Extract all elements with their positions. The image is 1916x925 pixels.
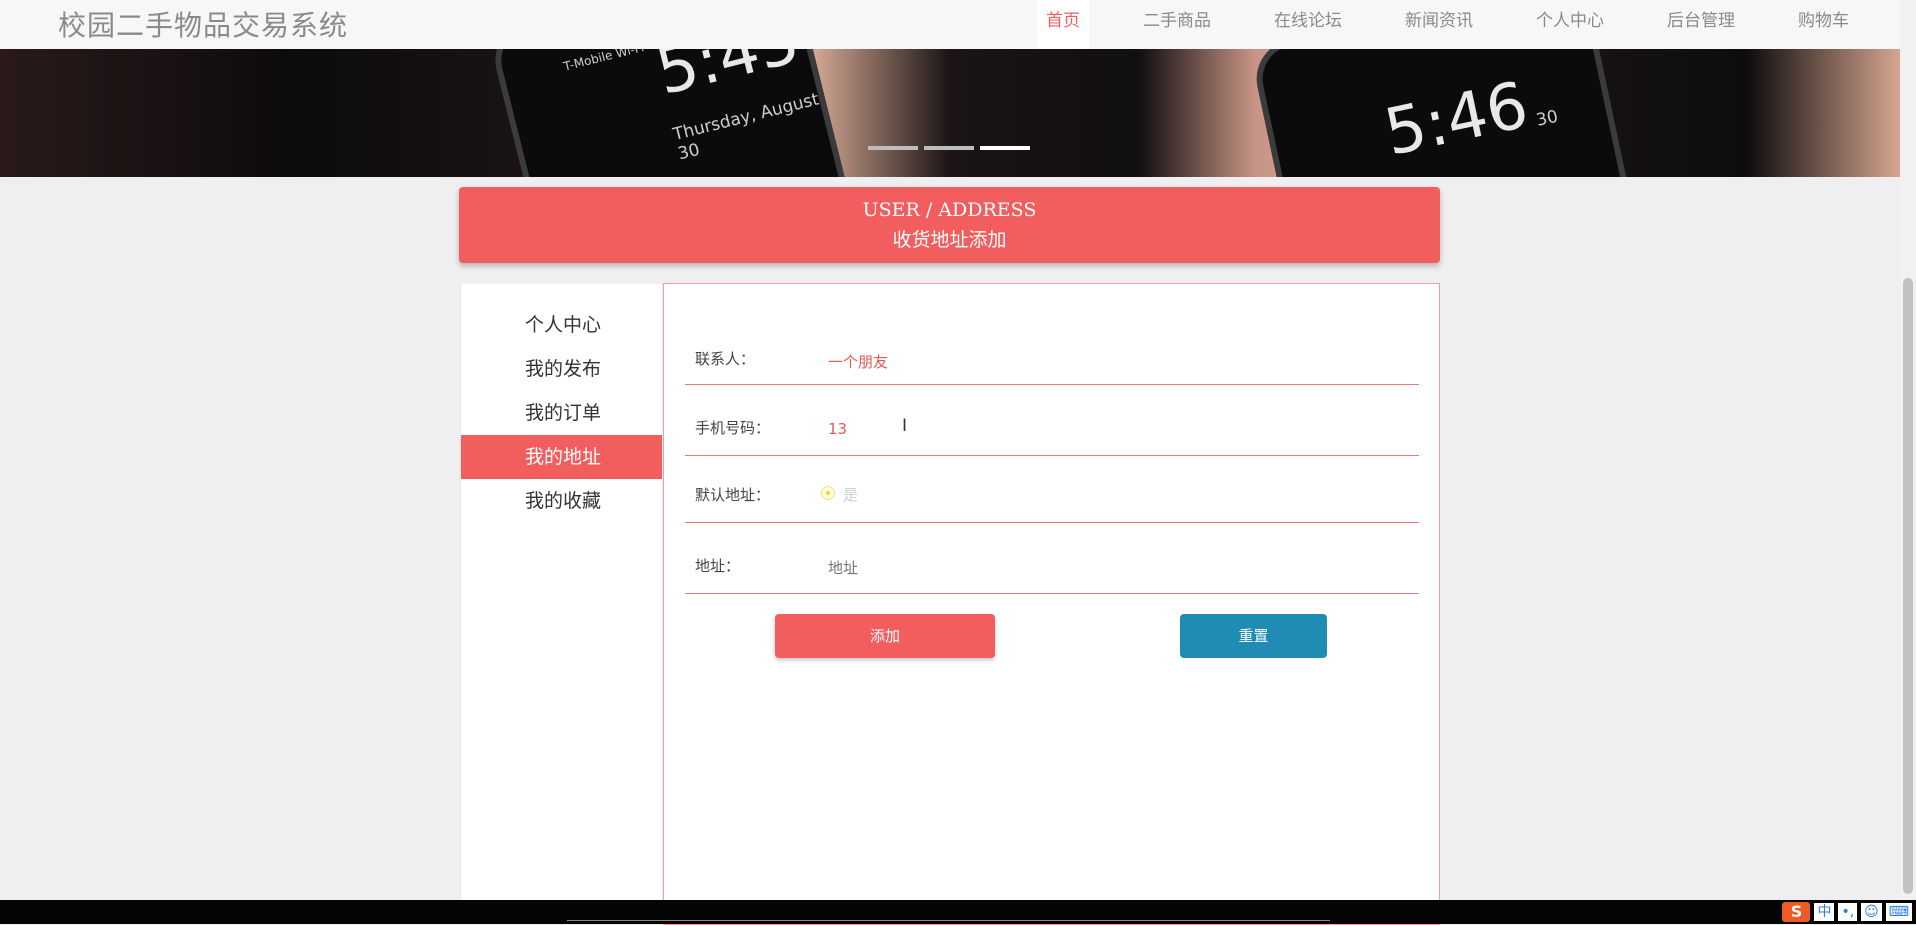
text-cursor-icon: I (902, 416, 908, 436)
address-form: 联系人： 手机号码： I 默认地址： 是 地址： 添加 重置 (663, 283, 1440, 925)
phone-label: 手机号码： (695, 419, 771, 437)
sidebar-item-my-posts[interactable]: 我的发布 (461, 347, 662, 391)
contact-label: 联系人： (695, 350, 756, 368)
scrollbar-thumb[interactable] (1903, 278, 1913, 894)
sidebar-item-my-favorites[interactable]: 我的收藏 (461, 479, 662, 523)
carousel-dot-1[interactable] (868, 146, 918, 150)
nav-forum[interactable]: 在线论坛 (1265, 0, 1351, 49)
nav-personal-center[interactable]: 个人中心 (1527, 0, 1613, 49)
page-scrollbar[interactable] (1900, 0, 1916, 900)
site-title[interactable]: 校园二手物品交易系统 (58, 4, 348, 44)
form-row-default: 默认地址： 是 (685, 456, 1419, 523)
nav-secondhand-goods[interactable]: 二手商品 (1134, 0, 1220, 49)
carousel-dot-3[interactable] (980, 146, 1030, 150)
address-input[interactable] (828, 559, 1388, 577)
banner-carousel: T-Mobile Wi-Fi 5:45 Thursday, August 30 … (0, 49, 1900, 177)
user-sidebar: 个人中心 我的发布 我的订单 我的地址 我的收藏 (460, 284, 662, 904)
default-address-label: 默认地址： (695, 486, 771, 504)
banner-phone-image-2: 5:46 30 (1249, 49, 1653, 177)
heading-english: USER / ADDRESS (862, 199, 1037, 221)
os-taskbar: S 中 •, ☺ ⌨ (0, 900, 1916, 924)
nav-admin[interactable]: 后台管理 (1658, 0, 1744, 49)
address-label: 地址： (695, 557, 741, 575)
form-row-address: 地址： (685, 523, 1419, 594)
banner-phone-image: T-Mobile Wi-Fi 5:45 Thursday, August 30 (486, 49, 866, 177)
nav-news[interactable]: 新闻资讯 (1396, 0, 1482, 49)
default-option-label[interactable]: 是 (843, 484, 858, 505)
heading-chinese: 收货地址添加 (892, 229, 1007, 251)
nav-cart[interactable]: 购物车 (1789, 0, 1858, 49)
system-tray: S 中 •, ☺ ⌨ (1782, 900, 1916, 924)
reset-button[interactable]: 重置 (1180, 614, 1327, 658)
top-navbar: 校园二手物品交易系统 首页 二手商品 在线论坛 新闻资讯 个人中心 后台管理 购… (0, 0, 1900, 49)
sidebar-item-my-orders[interactable]: 我的订单 (461, 391, 662, 435)
phone-input[interactable] (828, 420, 1388, 438)
ime-punctuation-icon[interactable]: •, (1838, 903, 1858, 921)
main-nav: 首页 二手商品 在线论坛 新闻资讯 个人中心 后台管理 购物车 (1037, 0, 1900, 49)
sidebar-item-personal-center[interactable]: 个人中心 (461, 303, 662, 347)
section-heading: USER / ADDRESS 收货地址添加 (459, 187, 1440, 263)
carousel-dot-2[interactable] (924, 146, 974, 150)
add-button[interactable]: 添加 (775, 614, 995, 658)
default-address-radio[interactable] (821, 486, 835, 500)
form-row-phone: 手机号码： I (685, 385, 1419, 456)
carousel-indicators (868, 146, 1030, 150)
form-row-contact: 联系人： (685, 304, 1419, 385)
ime-emoji-icon[interactable]: ☺ (1861, 903, 1882, 921)
nav-home[interactable]: 首页 (1037, 0, 1089, 49)
ime-keyboard-icon[interactable]: ⌨ (1885, 903, 1912, 921)
ime-logo-icon[interactable]: S (1782, 902, 1811, 922)
sidebar-item-my-address[interactable]: 我的地址 (461, 435, 662, 479)
contact-input[interactable] (828, 352, 1388, 370)
taskbar-divider (567, 920, 1330, 921)
ime-mode-indicator[interactable]: 中 (1814, 903, 1835, 921)
